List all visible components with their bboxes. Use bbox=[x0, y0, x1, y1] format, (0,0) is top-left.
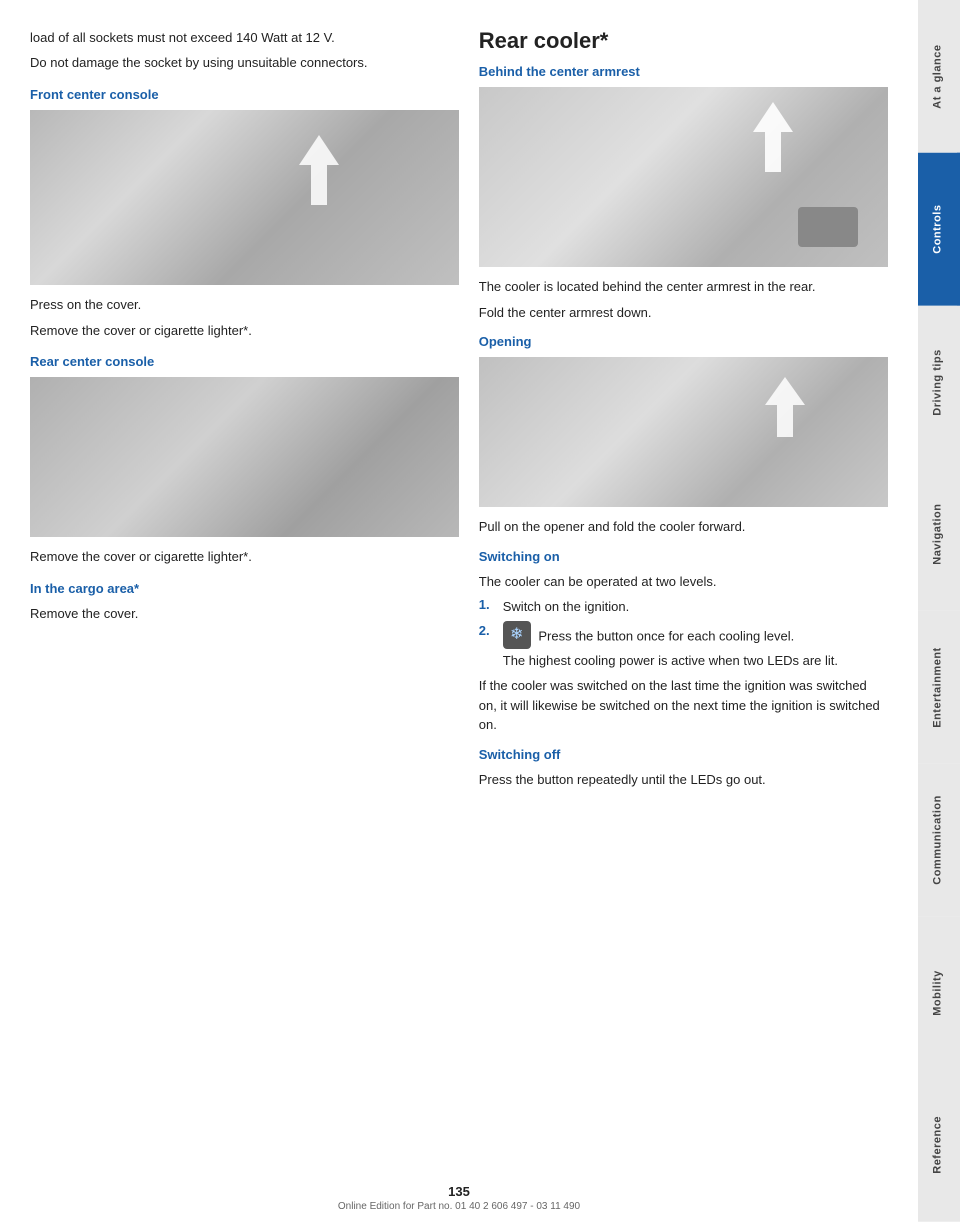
sidebar-tab-controls[interactable]: Controls bbox=[918, 153, 960, 306]
left-column: load of all sockets must not exceed 140 … bbox=[30, 28, 479, 1194]
sidebar-tab-at-a-glance[interactable]: At a glance bbox=[918, 0, 960, 153]
behind-armrest-section: Behind the center armrest The cooler is … bbox=[479, 64, 888, 322]
step-1-text: Switch on the ignition. bbox=[503, 597, 888, 617]
rear-console-instruction-1: Remove the cover or cigarette lighter*. bbox=[30, 547, 459, 567]
step-2-num: 2. bbox=[479, 623, 499, 638]
switching-on-heading: Switching on bbox=[479, 549, 888, 564]
cooler-button-icon bbox=[503, 621, 531, 649]
step-2-text: Press the button once for each cooling l… bbox=[503, 623, 888, 671]
front-center-console-section: Front center console Press on the cover.… bbox=[30, 87, 459, 340]
sidebar-tab-entertainment-label: Entertainment bbox=[932, 647, 944, 727]
switching-on-body: The cooler can be operated at two levels… bbox=[479, 572, 888, 592]
page-footer: 135 Online Edition for Part no. 01 40 2 … bbox=[0, 1184, 918, 1212]
switching-off-body: Press the button repeatedly until the LE… bbox=[479, 770, 888, 790]
sidebar-tab-entertainment[interactable]: Entertainment bbox=[918, 611, 960, 764]
sidebar-tab-communication[interactable]: Communication bbox=[918, 764, 960, 917]
switching-on-steps: 1. Switch on the ignition. 2. Press the … bbox=[479, 597, 888, 670]
opening-body: Pull on the opener and fold the cooler f… bbox=[479, 517, 888, 537]
step-1-num: 1. bbox=[479, 597, 499, 612]
sidebar-tab-mobility-label: Mobility bbox=[932, 970, 944, 1016]
step-2-text-content: Press the button once for each cooling l… bbox=[503, 628, 838, 668]
front-console-instruction-2: Remove the cover or cigarette lighter*. bbox=[30, 321, 459, 341]
sidebar-tab-reference-label: Reference bbox=[932, 1117, 944, 1175]
cargo-area-heading: In the cargo area* bbox=[30, 581, 459, 596]
armrest-body-1: The cooler is located behind the center … bbox=[479, 277, 888, 297]
rear-center-console-section: Rear center console Remove the cover or … bbox=[30, 354, 459, 567]
switching-on-section: Switching on The cooler can be operated … bbox=[479, 549, 888, 735]
sidebar-tab-mobility[interactable]: Mobility bbox=[918, 917, 960, 1070]
page-title: Rear cooler* bbox=[479, 28, 888, 54]
step-2: 2. Press the button once for each coolin… bbox=[479, 623, 888, 671]
right-column: Rear cooler* Behind the center armrest T… bbox=[479, 28, 898, 1194]
opening-heading: Opening bbox=[479, 334, 888, 349]
switching-on-note: If the cooler was switched on the last t… bbox=[479, 676, 888, 735]
armrest-image bbox=[479, 87, 888, 267]
switching-off-heading: Switching off bbox=[479, 747, 888, 762]
sidebar: At a glance Controls Driving tips Naviga… bbox=[918, 0, 960, 1222]
cargo-area-section: In the cargo area* Remove the cover. bbox=[30, 581, 459, 624]
cargo-area-instruction-1: Remove the cover. bbox=[30, 604, 459, 624]
rear-console-image bbox=[30, 377, 459, 537]
sidebar-tab-at-a-glance-label: At a glance bbox=[932, 44, 944, 108]
sidebar-tab-reference[interactable]: Reference bbox=[918, 1069, 960, 1222]
sidebar-tab-driving-tips[interactable]: Driving tips bbox=[918, 306, 960, 459]
page-number: 135 bbox=[0, 1184, 918, 1199]
opening-image bbox=[479, 357, 888, 507]
front-console-image bbox=[30, 110, 459, 285]
opening-section: Opening Pull on the opener and fold the … bbox=[479, 334, 888, 537]
footer-text: Online Edition for Part no. 01 40 2 606 … bbox=[0, 1201, 918, 1212]
front-console-instruction-1: Press on the cover. bbox=[30, 295, 459, 315]
sidebar-tab-navigation-label: Navigation bbox=[932, 504, 944, 565]
intro-text-2: Do not damage the socket by using unsuit… bbox=[30, 53, 459, 73]
sidebar-tab-driving-tips-label: Driving tips bbox=[932, 349, 944, 416]
step-1: 1. Switch on the ignition. bbox=[479, 597, 888, 617]
sidebar-tab-communication-label: Communication bbox=[932, 795, 944, 885]
intro-text-1: load of all sockets must not exceed 140 … bbox=[30, 28, 459, 48]
switching-off-section: Switching off Press the button repeatedl… bbox=[479, 747, 888, 790]
sidebar-tab-navigation[interactable]: Navigation bbox=[918, 458, 960, 611]
armrest-body-2: Fold the center armrest down. bbox=[479, 303, 888, 323]
rear-center-console-heading: Rear center console bbox=[30, 354, 459, 369]
front-center-console-heading: Front center console bbox=[30, 87, 459, 102]
sidebar-tab-controls-label: Controls bbox=[932, 205, 944, 254]
behind-armrest-heading: Behind the center armrest bbox=[479, 64, 888, 79]
